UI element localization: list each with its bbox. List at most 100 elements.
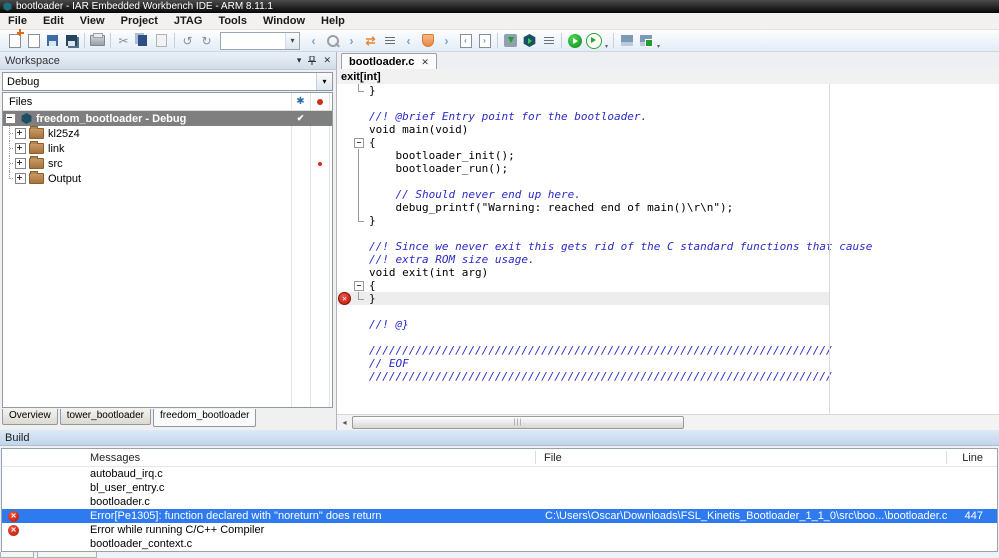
- collapse-icon[interactable]: [5, 113, 16, 124]
- menu-file[interactable]: File: [0, 15, 35, 27]
- code-line[interactable]: [337, 227, 999, 240]
- scroll-left-icon[interactable]: ◂: [337, 415, 352, 430]
- save-all-button[interactable]: [62, 32, 81, 50]
- code-line[interactable]: [337, 305, 999, 318]
- find-button[interactable]: [323, 32, 342, 50]
- debug-hexagon-icon: [523, 34, 536, 47]
- chevron-left-icon: ‹: [406, 33, 411, 48]
- cut-button[interactable]: ✂: [114, 32, 133, 50]
- build-error-row[interactable]: ✕ Error while running C/C++ Compiler: [2, 523, 997, 537]
- tree-item-link[interactable]: link: [3, 141, 332, 156]
- run-button[interactable]: [565, 32, 584, 50]
- tree-item-src[interactable]: src: [3, 156, 332, 171]
- menu-project[interactable]: Project: [113, 15, 166, 27]
- code-line[interactable]: {: [337, 279, 999, 292]
- bottom-tab-stub[interactable]: [37, 552, 97, 558]
- close-tab-icon[interactable]: ✕: [421, 57, 429, 68]
- code-line[interactable]: ////////////////////////////////////////…: [337, 370, 999, 383]
- menu-view[interactable]: View: [72, 15, 113, 27]
- fold-collapse-icon[interactable]: [351, 136, 369, 149]
- code-line[interactable]: [337, 175, 999, 188]
- expand-icon[interactable]: [15, 128, 26, 139]
- build-message-row[interactable]: bootloader_context.c: [2, 537, 997, 551]
- code-line[interactable]: // Should never end up here.: [337, 188, 999, 201]
- quick-search-combo[interactable]: ▾: [220, 31, 300, 50]
- toggle-bookmark-button[interactable]: ⇄: [361, 32, 380, 50]
- menu-jtag[interactable]: JTAG: [166, 15, 211, 27]
- code-line[interactable]: void main(void): [337, 123, 999, 136]
- toolbar-overflow-button[interactable]: ▾: [603, 32, 610, 50]
- expand-icon[interactable]: [15, 173, 26, 184]
- close-icon[interactable]: ✕: [323, 55, 331, 66]
- debug-log-button[interactable]: [539, 32, 558, 50]
- prev-bookmark-button[interactable]: ‹: [399, 32, 418, 50]
- make-button[interactable]: [617, 32, 636, 50]
- tab-tower-bootloader[interactable]: tower_bootloader: [59, 409, 151, 425]
- code-line[interactable]: //! @}: [337, 318, 999, 331]
- rebuild-button[interactable]: [636, 32, 655, 50]
- tab-overview[interactable]: Overview: [2, 409, 58, 425]
- undo-button[interactable]: ↺: [178, 32, 197, 50]
- panel-menu-icon[interactable]: ▾: [297, 55, 302, 66]
- expand-icon[interactable]: [15, 158, 26, 169]
- build-messages-table: Messages File Line autobaud_irq.c bl_use…: [1, 448, 998, 552]
- nav-forward-button[interactable]: ›: [342, 32, 361, 50]
- copy-button[interactable]: [133, 32, 152, 50]
- build-error-row-selected[interactable]: ✕ Error[Pe1305]: function declared with …: [2, 509, 997, 523]
- tab-bootloader-c[interactable]: bootloader.c ✕: [341, 53, 437, 69]
- build-message-row[interactable]: bl_user_entry.c: [2, 481, 997, 495]
- next-bookmark-button[interactable]: ›: [437, 32, 456, 50]
- code-editor[interactable]: } //! @brief Entry point for the bootloa…: [337, 84, 999, 415]
- new-file-button[interactable]: [5, 29, 24, 50]
- code-line[interactable]: }: [337, 214, 999, 227]
- code-line[interactable]: //! extra ROM size usage.: [337, 253, 999, 266]
- download-flash-button[interactable]: [501, 32, 520, 50]
- configuration-dropdown[interactable]: Debug ▾: [2, 72, 333, 91]
- tree-item-kl25z4[interactable]: kl25z4: [3, 126, 332, 141]
- code-line[interactable]: [337, 97, 999, 110]
- run-to-cursor-button[interactable]: [584, 32, 603, 50]
- code-line-error[interactable]: }: [337, 292, 999, 305]
- pin-icon[interactable]: [308, 56, 317, 65]
- bookmark-list-button[interactable]: [380, 32, 399, 50]
- paste-button[interactable]: [152, 32, 171, 50]
- menu-window[interactable]: Window: [255, 15, 313, 27]
- dropdown-arrow-icon[interactable]: ▾: [316, 73, 332, 90]
- save-button[interactable]: [43, 32, 62, 50]
- print-button[interactable]: [88, 32, 107, 50]
- tree-connector: [5, 156, 15, 171]
- open-file-button[interactable]: [24, 32, 43, 50]
- code-line[interactable]: debug_printf("Warning: reached end of ma…: [337, 201, 999, 214]
- bottom-tab-stub[interactable]: [0, 552, 34, 558]
- scrollbar-thumb[interactable]: |||: [352, 416, 684, 429]
- breakpoint-button[interactable]: [418, 32, 437, 50]
- code-line[interactable]: // EOF: [337, 357, 999, 370]
- tree-item-project[interactable]: freedom_bootloader - Debug ✔: [3, 111, 332, 126]
- build-message-row[interactable]: autobaud_irq.c: [2, 467, 997, 481]
- toolbar-overflow-button[interactable]: ▾: [655, 32, 662, 50]
- code-line[interactable]: //! Since we never exit this gets rid of…: [337, 240, 999, 253]
- horizontal-scrollbar[interactable]: ◂ |||: [337, 414, 999, 430]
- code-line[interactable]: bootloader_init();: [337, 149, 999, 162]
- fold-collapse-icon[interactable]: [351, 279, 369, 292]
- tab-freedom-bootloader[interactable]: freedom_bootloader: [152, 409, 257, 427]
- code-line[interactable]: ////////////////////////////////////////…: [337, 344, 999, 357]
- next-file-button[interactable]: ›: [475, 32, 494, 50]
- menu-tools[interactable]: Tools: [210, 15, 255, 27]
- expand-icon[interactable]: [15, 143, 26, 154]
- nav-back-button[interactable]: ‹: [304, 32, 323, 50]
- code-line[interactable]: bootloader_run();: [337, 162, 999, 175]
- code-line[interactable]: [337, 331, 999, 344]
- build-message-row[interactable]: bootloader.c: [2, 495, 997, 509]
- code-line[interactable]: }: [337, 84, 999, 97]
- menu-edit[interactable]: Edit: [35, 15, 72, 27]
- menu-help[interactable]: Help: [313, 15, 353, 27]
- code-line[interactable]: {: [337, 136, 999, 149]
- code-line[interactable]: void exit(int arg): [337, 266, 999, 279]
- debug-button[interactable]: [520, 32, 539, 50]
- tree-item-output[interactable]: Output: [3, 171, 332, 186]
- redo-button[interactable]: ↻: [197, 32, 216, 50]
- combo-dropdown-icon[interactable]: ▾: [285, 32, 299, 49]
- code-line[interactable]: //! @brief Entry point for the bootloade…: [337, 110, 999, 123]
- prev-file-button[interactable]: ‹: [456, 32, 475, 50]
